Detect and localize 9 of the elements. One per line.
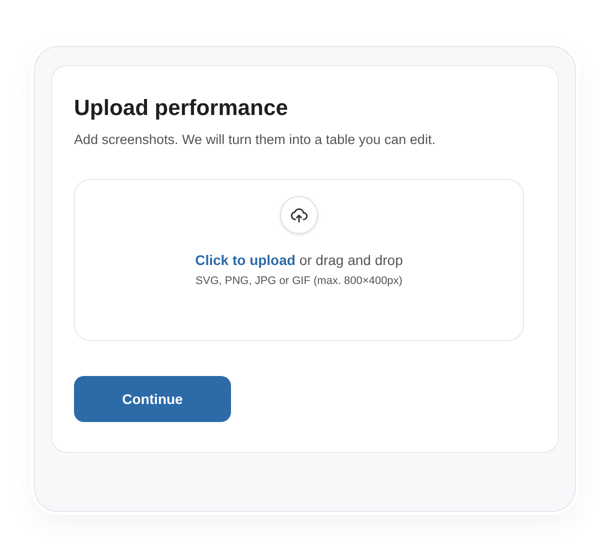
upload-icon-button[interactable] bbox=[280, 196, 318, 234]
upload-title: Upload performance bbox=[74, 94, 289, 122]
upload-dropzone[interactable]: Click to upload or drag and drop SVG, PNG, JPG or GIF (max. 800×400px) bbox=[74, 179, 524, 341]
continue-button[interactable]: Continue bbox=[74, 376, 231, 422]
cloud-upload-icon bbox=[290, 206, 308, 224]
file-type-hint: SVG, PNG, JPG or GIF (max. 800×400px) bbox=[196, 274, 402, 288]
upload-subtitle: Add screenshots. We will turn them into a table you can edit. bbox=[74, 131, 436, 149]
upload-prompt: Click to upload or drag and drop bbox=[195, 251, 403, 269]
upload-link[interactable]: Click to upload bbox=[195, 252, 296, 268]
